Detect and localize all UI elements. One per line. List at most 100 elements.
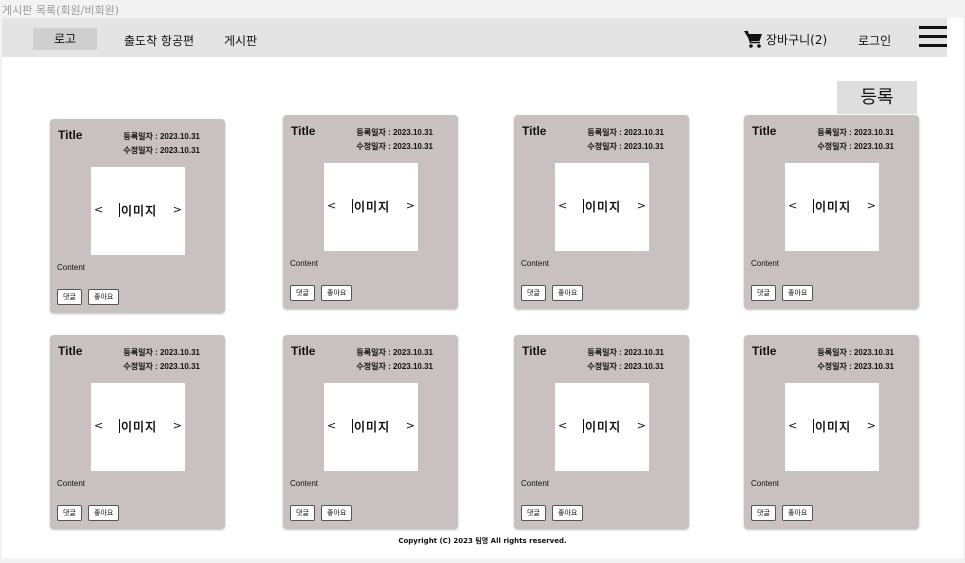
image-carousel: < 이미지 > xyxy=(324,163,418,251)
image-label-text: 이미지 xyxy=(585,200,622,214)
frame-title: 게시판 목록(회원/비회원) xyxy=(2,4,119,17)
created-date: 등록일자 : 2023.10.31 xyxy=(356,348,433,357)
next-arrow-icon[interactable]: > xyxy=(173,204,182,216)
comment-button[interactable]: 댓글 xyxy=(57,505,82,521)
post-card[interactable]: Title 등록일자 : 2023.10.31 수정일자 : 2023.10.31 <… xyxy=(744,115,919,309)
next-arrow-icon[interactable]: > xyxy=(637,200,646,212)
next-arrow-icon[interactable]: > xyxy=(867,420,876,432)
card-dates: 등록일자 : 2023.10.31 수정일자 : 2023.10.31 xyxy=(587,346,664,374)
image-placeholder-label: 이미지 xyxy=(352,198,391,215)
comment-button[interactable]: 댓글 xyxy=(521,285,546,301)
next-arrow-icon[interactable]: > xyxy=(406,420,415,432)
next-arrow-icon[interactable]: > xyxy=(406,200,415,212)
post-card[interactable]: Title 등록일자 : 2023.10.31 수정일자 : 2023.10.31 <… xyxy=(283,115,458,309)
prev-arrow-icon[interactable]: < xyxy=(94,420,103,432)
prev-arrow-icon[interactable]: < xyxy=(788,420,797,432)
text-caret xyxy=(813,199,814,213)
image-carousel: < 이미지 > xyxy=(555,383,649,471)
image-label-text: 이미지 xyxy=(815,420,852,434)
like-button[interactable]: 좋아요 xyxy=(552,285,584,301)
nav-link-board[interactable]: 게시판 xyxy=(224,32,257,49)
prev-arrow-icon[interactable]: < xyxy=(327,200,336,212)
prev-arrow-icon[interactable]: < xyxy=(327,420,336,432)
modified-date: 수정일자 : 2023.10.31 xyxy=(123,362,200,371)
image-placeholder-label: 이미지 xyxy=(352,418,390,435)
next-arrow-icon[interactable]: > xyxy=(867,200,876,212)
like-button[interactable]: 좋아요 xyxy=(782,285,814,301)
text-caret xyxy=(119,419,120,433)
card-content: Content xyxy=(521,479,550,488)
prev-arrow-icon[interactable]: < xyxy=(558,200,567,212)
created-date: 등록일자 : 2023.10.31 xyxy=(123,348,200,357)
text-caret xyxy=(352,199,353,213)
created-date: 등록일자 : 2023.10.31 xyxy=(356,128,433,137)
comment-button[interactable]: 댓글 xyxy=(57,289,82,305)
prev-arrow-icon[interactable]: < xyxy=(788,200,797,212)
like-button[interactable]: 좋아요 xyxy=(321,505,353,521)
like-button[interactable]: 좋아요 xyxy=(782,505,814,521)
image-carousel: < 이미지 > xyxy=(91,167,185,255)
card-content: Content xyxy=(751,259,780,268)
card-dates: 등록일자 : 2023.10.31 수정일자 : 2023.10.31 xyxy=(123,346,200,374)
card-content: Content xyxy=(57,263,86,272)
image-placeholder-label: 이미지 xyxy=(583,198,622,215)
created-date: 등록일자 : 2023.10.31 xyxy=(123,132,200,141)
text-caret xyxy=(119,203,120,217)
image-carousel: < 이미지 > xyxy=(555,163,649,251)
like-button[interactable]: 좋아요 xyxy=(88,289,120,305)
comment-button[interactable]: 댓글 xyxy=(290,285,315,301)
post-card[interactable]: Title 등록일자 : 2023.10.31 수정일자 : 2023.10.31 <… xyxy=(744,335,919,529)
image-carousel: < 이미지 > xyxy=(785,163,879,251)
modified-date: 수정일자 : 2023.10.31 xyxy=(817,142,894,151)
login-link[interactable]: 로그인 xyxy=(858,32,891,49)
card-title: Title xyxy=(752,344,777,358)
card-title: Title xyxy=(522,344,547,358)
card-dates: 등록일자 : 2023.10.31 수정일자 : 2023.10.31 xyxy=(587,126,664,154)
next-arrow-icon[interactable]: > xyxy=(173,420,182,432)
post-card[interactable]: Title 등록일자 : 2023.10.31 수정일자 : 2023.10.31 <… xyxy=(50,119,225,313)
prev-arrow-icon[interactable]: < xyxy=(94,204,103,216)
card-title: Title xyxy=(522,124,547,138)
text-caret xyxy=(352,419,353,433)
created-date: 등록일자 : 2023.10.31 xyxy=(817,128,894,137)
created-date: 등록일자 : 2023.10.31 xyxy=(587,128,664,137)
modified-date: 수정일자 : 2023.10.31 xyxy=(587,142,664,151)
prev-arrow-icon[interactable]: < xyxy=(558,420,567,432)
image-carousel: < 이미지 > xyxy=(91,383,185,471)
image-label-text: 이미지 xyxy=(354,200,391,214)
like-button[interactable]: 좋아요 xyxy=(321,285,353,301)
shopping-cart-icon xyxy=(743,29,763,49)
created-date: 등록일자 : 2023.10.31 xyxy=(587,348,664,357)
post-card[interactable]: Title 등록일자 : 2023.10.31 수정일자 : 2023.10.31 <… xyxy=(283,335,458,529)
card-title: Title xyxy=(58,128,83,142)
card-dates: 등록일자 : 2023.10.31 수정일자 : 2023.10.31 xyxy=(356,126,433,154)
image-label-text: 이미지 xyxy=(121,420,158,434)
comment-button[interactable]: 댓글 xyxy=(751,285,776,301)
comment-button[interactable]: 댓글 xyxy=(290,505,315,521)
post-card[interactable]: Title 등록일자 : 2023.10.31 수정일자 : 2023.10.31 <… xyxy=(514,335,689,529)
card-content: Content xyxy=(751,479,780,488)
logo[interactable]: 로고 xyxy=(33,28,97,50)
created-date: 등록일자 : 2023.10.31 xyxy=(817,348,894,357)
register-button[interactable]: 등록 xyxy=(837,81,917,114)
like-button[interactable]: 좋아요 xyxy=(88,505,120,521)
hamburger-menu-icon[interactable] xyxy=(919,26,947,48)
modified-date: 수정일자 : 2023.10.31 xyxy=(356,142,433,151)
card-title: Title xyxy=(291,124,316,138)
next-arrow-icon[interactable]: > xyxy=(637,420,646,432)
comment-button[interactable]: 댓글 xyxy=(521,505,546,521)
image-placeholder-label: 이미지 xyxy=(119,202,157,219)
card-title: Title xyxy=(752,124,777,138)
card-dates: 등록일자 : 2023.10.31 수정일자 : 2023.10.31 xyxy=(817,126,894,154)
modified-date: 수정일자 : 2023.10.31 xyxy=(587,362,664,371)
post-card[interactable]: Title 등록일자 : 2023.10.31 수정일자 : 2023.10.31 <… xyxy=(514,115,689,309)
cart-button[interactable]: 장바구니(2) xyxy=(743,28,827,50)
image-label-text: 이미지 xyxy=(585,420,622,434)
image-carousel: < 이미지 > xyxy=(785,383,879,471)
nav-link-flights[interactable]: 출도착 항공편 xyxy=(124,32,194,49)
comment-button[interactable]: 댓글 xyxy=(751,505,776,521)
card-content: Content xyxy=(290,259,319,268)
card-content: Content xyxy=(290,479,319,488)
like-button[interactable]: 좋아요 xyxy=(552,505,584,521)
post-card[interactable]: Title 등록일자 : 2023.10.31 수정일자 : 2023.10.31 <… xyxy=(50,335,225,529)
